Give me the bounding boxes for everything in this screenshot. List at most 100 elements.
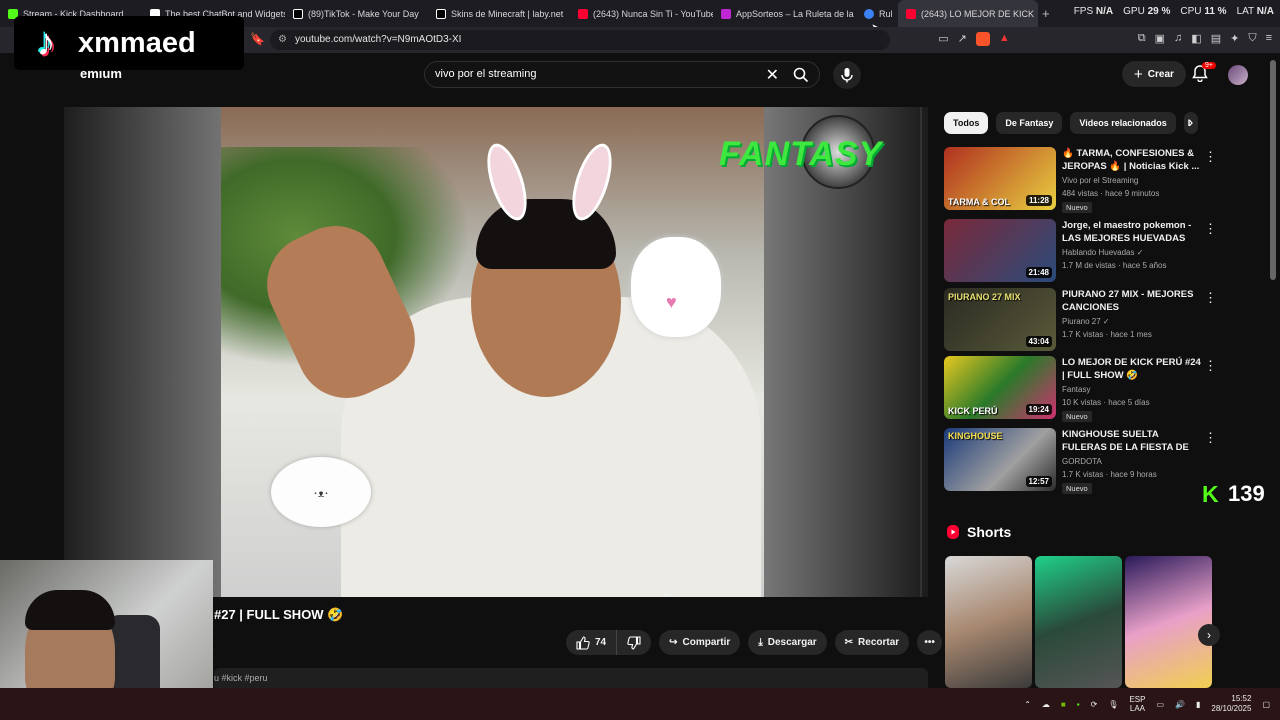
- video-title[interactable]: Jorge, el maestro pokemon - LAS MEJORES …: [1062, 219, 1202, 245]
- chip-all[interactable]: Todos: [944, 112, 989, 134]
- nvidia-icon[interactable]: ■: [1061, 700, 1066, 709]
- short-thumbnail[interactable]: [945, 556, 1032, 688]
- search-input[interactable]: vivo por el streaming: [435, 68, 537, 80]
- video-meta: 1.7 K vistas · hace 9 horas: [1062, 470, 1157, 479]
- video-frame: ♥ ･ᴥ･: [221, 107, 922, 597]
- shorts-icon: [947, 525, 959, 539]
- video-title[interactable]: PIURANO 27 MIX - MEJORES CANCIONES: [1062, 288, 1202, 314]
- vpn-icon[interactable]: ⛉: [1248, 32, 1256, 46]
- leo-icon[interactable]: ✦: [1230, 32, 1239, 46]
- more-actions-button[interactable]: •••: [917, 630, 943, 655]
- media-icon[interactable]: ♫: [1174, 32, 1182, 46]
- video-title[interactable]: LO MEJOR DE KICK PERÚ #24 | FULL SHOW 🤣: [1062, 356, 1202, 382]
- channel-name[interactable]: Fantasy: [1062, 385, 1090, 394]
- extensions-icon[interactable]: ⧉: [1138, 32, 1146, 46]
- video-title[interactable]: 🔥 TARMA, CONFESIONES & JEROPAS 🔥 | Notic…: [1062, 147, 1202, 173]
- site-info-icon[interactable]: ⚙: [278, 30, 287, 50]
- voice-search-button[interactable]: [833, 61, 861, 89]
- browser-tab[interactable]: (89)TikTok - Make Your Day: [285, 0, 428, 27]
- download-button[interactable]: ⤓ Descargar: [748, 630, 827, 655]
- laby-favicon-icon: [436, 8, 446, 19]
- microphone-tray-icon[interactable]: 🎙: [1108, 700, 1118, 709]
- avatar[interactable]: [1228, 65, 1248, 85]
- new-tab-button[interactable]: +: [1038, 6, 1054, 21]
- create-button[interactable]: + Crear: [1122, 61, 1186, 87]
- sidebar-icon[interactable]: ◧: [1191, 32, 1201, 46]
- dislike-button[interactable]: [617, 630, 652, 655]
- screenshot-icon[interactable]: ▣: [1155, 32, 1165, 46]
- network-icon[interactable]: ▭: [1156, 700, 1164, 709]
- scrubber-handle[interactable]: [664, 593, 670, 597]
- rewards-icon[interactable]: ▲: [999, 32, 1010, 46]
- browser-tab[interactable]: (2643) Nunca Sin Ti - YouTube: [570, 0, 713, 27]
- recommendation-item[interactable]: 21:48 Jorge, el maestro pokemon - LAS ME…: [944, 219, 1224, 283]
- short-thumbnail[interactable]: [1035, 556, 1122, 688]
- search-box[interactable]: vivo por el streaming ✕: [424, 61, 820, 88]
- browser-tab-active[interactable]: (2643) LO MEJOR DE KICK✕: [898, 0, 1038, 27]
- kick-viewer-count: K 139: [1202, 481, 1265, 507]
- more-options-icon[interactable]: ⋮: [1204, 430, 1217, 446]
- video-meta: 1.7 K vistas · hace 1 mes: [1062, 330, 1152, 339]
- video-thumbnail[interactable]: KINGHOUSE 12:57: [944, 428, 1056, 491]
- chip-from-fantasy[interactable]: De Fantasy: [996, 112, 1063, 134]
- url-field[interactable]: ⚙ youtube.com/watch?v=N9mAOtD3-XI: [270, 30, 890, 50]
- page-scrollbar[interactable]: [1270, 60, 1276, 280]
- recommendation-item[interactable]: KICK PERÚ 19:24 LO MEJOR DE KICK PERÚ #24…: [944, 356, 1224, 422]
- app-icon[interactable]: ▪: [1077, 700, 1080, 709]
- browser-tab[interactable]: Skins de Minecraft | laby.net: [428, 0, 570, 27]
- duration-badge: 21:48: [1025, 267, 1052, 278]
- like-button[interactable]: 74: [566, 630, 618, 655]
- wheel-favicon-icon: [864, 8, 874, 19]
- fantasy-overlay-text: FANTASY: [719, 135, 883, 173]
- sync-icon[interactable]: ⟳: [1091, 700, 1098, 709]
- short-thumbnail[interactable]: [1125, 556, 1212, 688]
- bookmark-icon[interactable]: 🔖: [250, 32, 265, 46]
- duration-badge: 12:57: [1025, 476, 1052, 487]
- kick-logo-icon: K: [1202, 481, 1219, 507]
- browser-toolbar: ▭ ↗ ▲ ⧉ ▣ ♫ ◧ ▤ ✦ ⛉ ≡: [938, 32, 1272, 46]
- language-indicator[interactable]: ESP LAA: [1129, 695, 1145, 713]
- share-icon[interactable]: ↗: [958, 32, 967, 46]
- clip-button[interactable]: ✂ Recortar: [834, 630, 910, 655]
- more-options-icon[interactable]: ⋮: [1204, 221, 1217, 237]
- recommendation-item[interactable]: TARMA & COL 11:28 🔥 TARMA, CONFESIONES & …: [944, 147, 1224, 213]
- tiktok-handle: xmmaed: [78, 26, 196, 59]
- windows-taskbar: ⌃ ☁ ■ ▪ ⟳ 🎙 ESP LAA ▭ 🔊 ▮ 15:52 28/10/2025…: [0, 688, 1280, 720]
- channel-name[interactable]: Hablando Huevadas ✓: [1062, 248, 1143, 257]
- recommendation-item[interactable]: KINGHOUSE 12:57 KINGHOUSE SUELTA FULERAS …: [944, 428, 1224, 494]
- notification-center-icon[interactable]: ▢: [1262, 700, 1270, 709]
- video-thumbnail[interactable]: 21:48: [944, 219, 1056, 282]
- more-options-icon[interactable]: ⋮: [1204, 149, 1217, 165]
- video-player[interactable]: ♥ ･ᴥ･ FANTASY: [64, 107, 928, 597]
- wallet-icon[interactable]: ▤: [1211, 32, 1221, 46]
- cast-icon[interactable]: ▭: [938, 32, 948, 46]
- search-button[interactable]: [783, 62, 819, 87]
- battery-icon[interactable]: ▮: [1196, 700, 1200, 709]
- chevron-up-icon[interactable]: ⌃: [1024, 700, 1031, 709]
- channel-name[interactable]: Piurano 27 ✓: [1062, 317, 1110, 326]
- video-thumbnail[interactable]: KICK PERÚ 19:24: [944, 356, 1056, 419]
- video-thumbnail[interactable]: TARMA & COL 11:28: [944, 147, 1056, 210]
- video-thumbnail[interactable]: PIURANO 27 MIX 43:04: [944, 288, 1056, 351]
- volume-icon[interactable]: 🔊: [1175, 700, 1185, 709]
- clear-search-icon[interactable]: ✕: [766, 65, 779, 85]
- channel-name[interactable]: Vivo por el Streaming: [1062, 176, 1138, 185]
- shorts-section-header: Shorts: [946, 524, 1011, 540]
- brave-shields-icon[interactable]: [975, 32, 990, 46]
- more-options-icon[interactable]: ⋮: [1204, 290, 1217, 306]
- bunny-ear-filter: [564, 139, 620, 225]
- recommendation-item[interactable]: PIURANO 27 MIX 43:04 PIURANO 27 MIX - MEJ…: [944, 288, 1224, 352]
- chip-related[interactable]: Videos relacionados: [1070, 112, 1176, 134]
- share-button[interactable]: ↪ Compartir: [659, 630, 741, 655]
- cloud-icon[interactable]: ☁: [1042, 700, 1050, 709]
- shorts-next-button[interactable]: ›: [1198, 624, 1220, 646]
- channel-name[interactable]: GORDOTA: [1062, 457, 1102, 466]
- clock[interactable]: 15:52 28/10/2025: [1211, 694, 1251, 714]
- browser-tab[interactable]: AppSorteos – La Ruleta de la S: [713, 0, 856, 27]
- menu-icon[interactable]: ≡: [1266, 32, 1272, 46]
- chevron-right-icon[interactable]: ›: [1188, 114, 1193, 132]
- more-options-icon[interactable]: ⋮: [1204, 358, 1217, 374]
- description-box[interactable]: u #kick #peru: [214, 668, 928, 688]
- filter-chips: Todos De Fantasy Videos relacionados I: [944, 112, 1198, 134]
- video-title[interactable]: KINGHOUSE SUELTA FULERAS DE LA FIESTA DE…: [1062, 428, 1202, 455]
